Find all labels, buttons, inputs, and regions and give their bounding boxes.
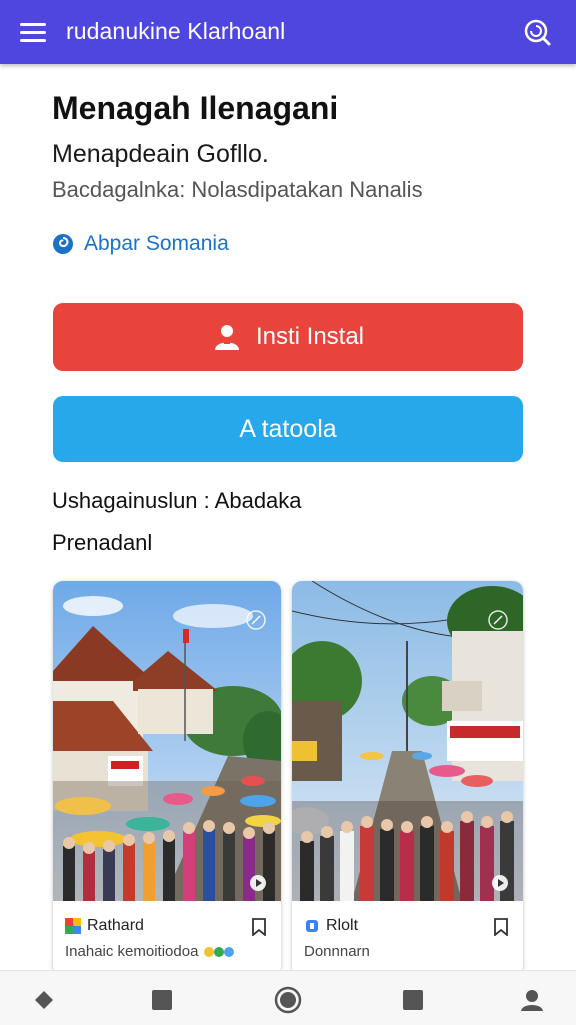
author-link[interactable]: Abpar Somania [52, 232, 229, 256]
badge-icon [203, 947, 234, 958]
bottom-navigation [0, 970, 576, 1025]
play-icon[interactable] [491, 874, 509, 892]
hamburger-menu-icon[interactable] [20, 18, 48, 46]
card-source-row: Rathard [65, 917, 144, 935]
author-name: Abpar Somania [84, 232, 229, 255]
app-bar: rudanukine Klarhoanl [0, 0, 576, 64]
meta-line: Bacdagalnka: Nolasdipatakan Nanalis [52, 177, 423, 202]
install-button-label: Insti Instal [255, 323, 365, 350]
expand-icon[interactable] [245, 609, 267, 631]
person-icon[interactable] [520, 988, 544, 1012]
square-icon[interactable] [401, 988, 425, 1012]
bookmark-icon[interactable] [251, 918, 267, 937]
app-title: rudanukine Klarhoanl [66, 18, 286, 44]
secondary-button-label: A tatoola [239, 414, 337, 443]
card-source-name: Rathard [87, 917, 144, 934]
blue-source-icon [306, 920, 318, 932]
bookmark-icon[interactable] [493, 918, 509, 937]
page-title: Menagah Ilenagani [52, 90, 339, 126]
user-icon [214, 325, 239, 350]
expand-icon[interactable] [487, 609, 509, 631]
colorful-source-icon [65, 918, 81, 934]
news-card[interactable]: Rlolt Donnnarn [292, 581, 523, 976]
card-snippet-text: Inahaic kemoitiodoa [65, 943, 199, 960]
play-icon[interactable] [249, 874, 267, 892]
news-card[interactable]: Rathard Inahaic kemoitiodoa [53, 581, 281, 976]
card-source-row: Rlolt [304, 917, 358, 935]
card-snippet: Inahaic kemoitiodoa [65, 943, 237, 960]
card-source-name: Rlolt [326, 917, 359, 934]
info-line-1: Ushagainuslun : Abadaka [52, 488, 302, 513]
secondary-button[interactable]: A tatoola [53, 396, 523, 462]
square-icon[interactable] [150, 988, 174, 1012]
install-button[interactable]: Insti Instal [53, 303, 523, 371]
page-subtitle: Menapdeain Gofllo. [52, 140, 269, 168]
diamond-icon[interactable] [32, 988, 56, 1012]
circle-icon[interactable] [274, 986, 302, 1014]
search-refresh-icon[interactable] [522, 17, 552, 47]
info-line-2: Prenadanl [52, 530, 153, 555]
spiral-logo-icon [53, 234, 73, 254]
card-snippet: Donnnarn [304, 943, 370, 960]
